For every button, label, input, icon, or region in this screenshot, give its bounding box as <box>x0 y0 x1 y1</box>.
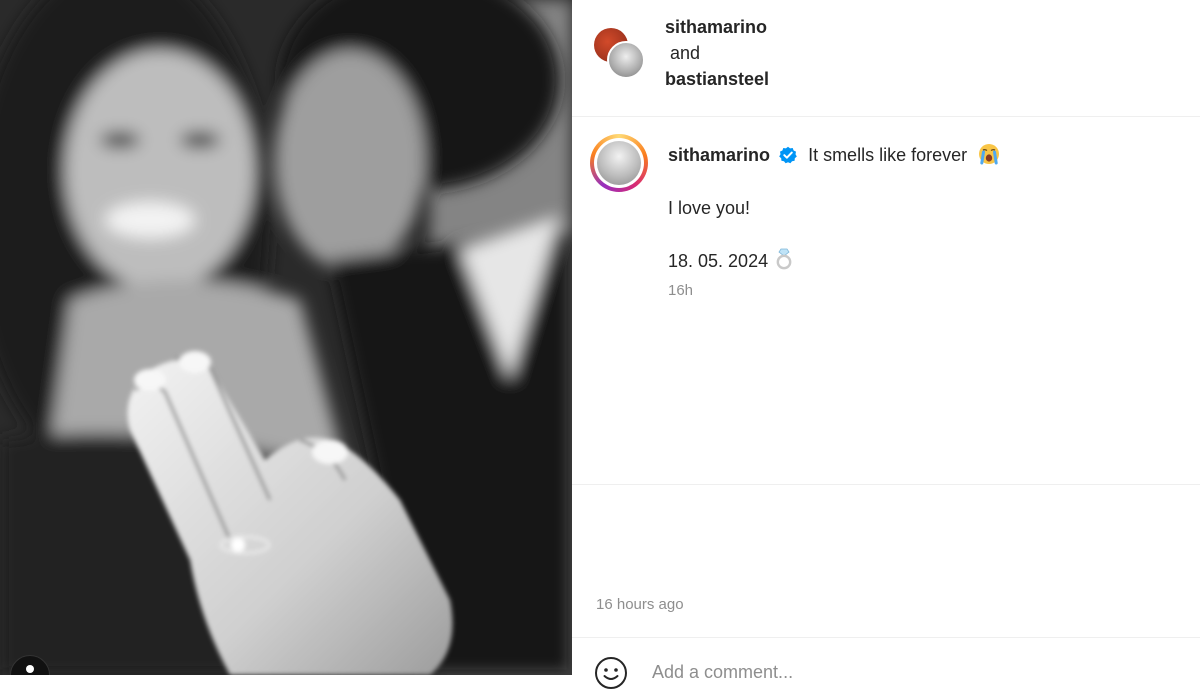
header-username-link[interactable]: sithamarino <box>665 14 769 40</box>
divider <box>572 637 1200 638</box>
caption-date-line: 18. 05. 2024 <box>668 248 793 273</box>
add-comment-row <box>594 652 1174 692</box>
ring-emoji-icon <box>776 248 792 270</box>
engagement-photo <box>0 0 572 675</box>
post-timestamp[interactable]: 16 hours ago <box>596 596 684 613</box>
collab-avatars[interactable] <box>594 28 646 80</box>
divider <box>572 116 1200 117</box>
caption-text: It smells like forever <box>808 145 968 165</box>
header-joiner-text: and <box>670 43 701 63</box>
relative-time[interactable]: 16h <box>668 282 693 299</box>
caption-first-line: sithamarino It smells like forever <box>668 143 1000 167</box>
emoji-picker-icon[interactable] <box>594 656 628 690</box>
post-image[interactable] <box>0 0 572 675</box>
post-header: sithamarino and bastiansteel <box>665 14 769 92</box>
comment-input[interactable] <box>652 662 1152 683</box>
story-avatar[interactable] <box>590 134 648 192</box>
avatar <box>597 141 641 185</box>
crying-face-emoji-icon <box>979 144 1000 165</box>
caption-text: 18. 05. 2024 <box>668 251 769 271</box>
caption-text: I love you! <box>668 198 751 218</box>
verified-badge-icon <box>779 146 797 164</box>
post-detail-panel: sithamarino and bastiansteel sithamarino… <box>572 0 1200 689</box>
caption-username-link[interactable]: sithamarino <box>668 145 770 165</box>
header-username-link[interactable]: bastiansteel <box>665 66 769 92</box>
avatar <box>607 41 645 79</box>
divider <box>572 484 1200 485</box>
